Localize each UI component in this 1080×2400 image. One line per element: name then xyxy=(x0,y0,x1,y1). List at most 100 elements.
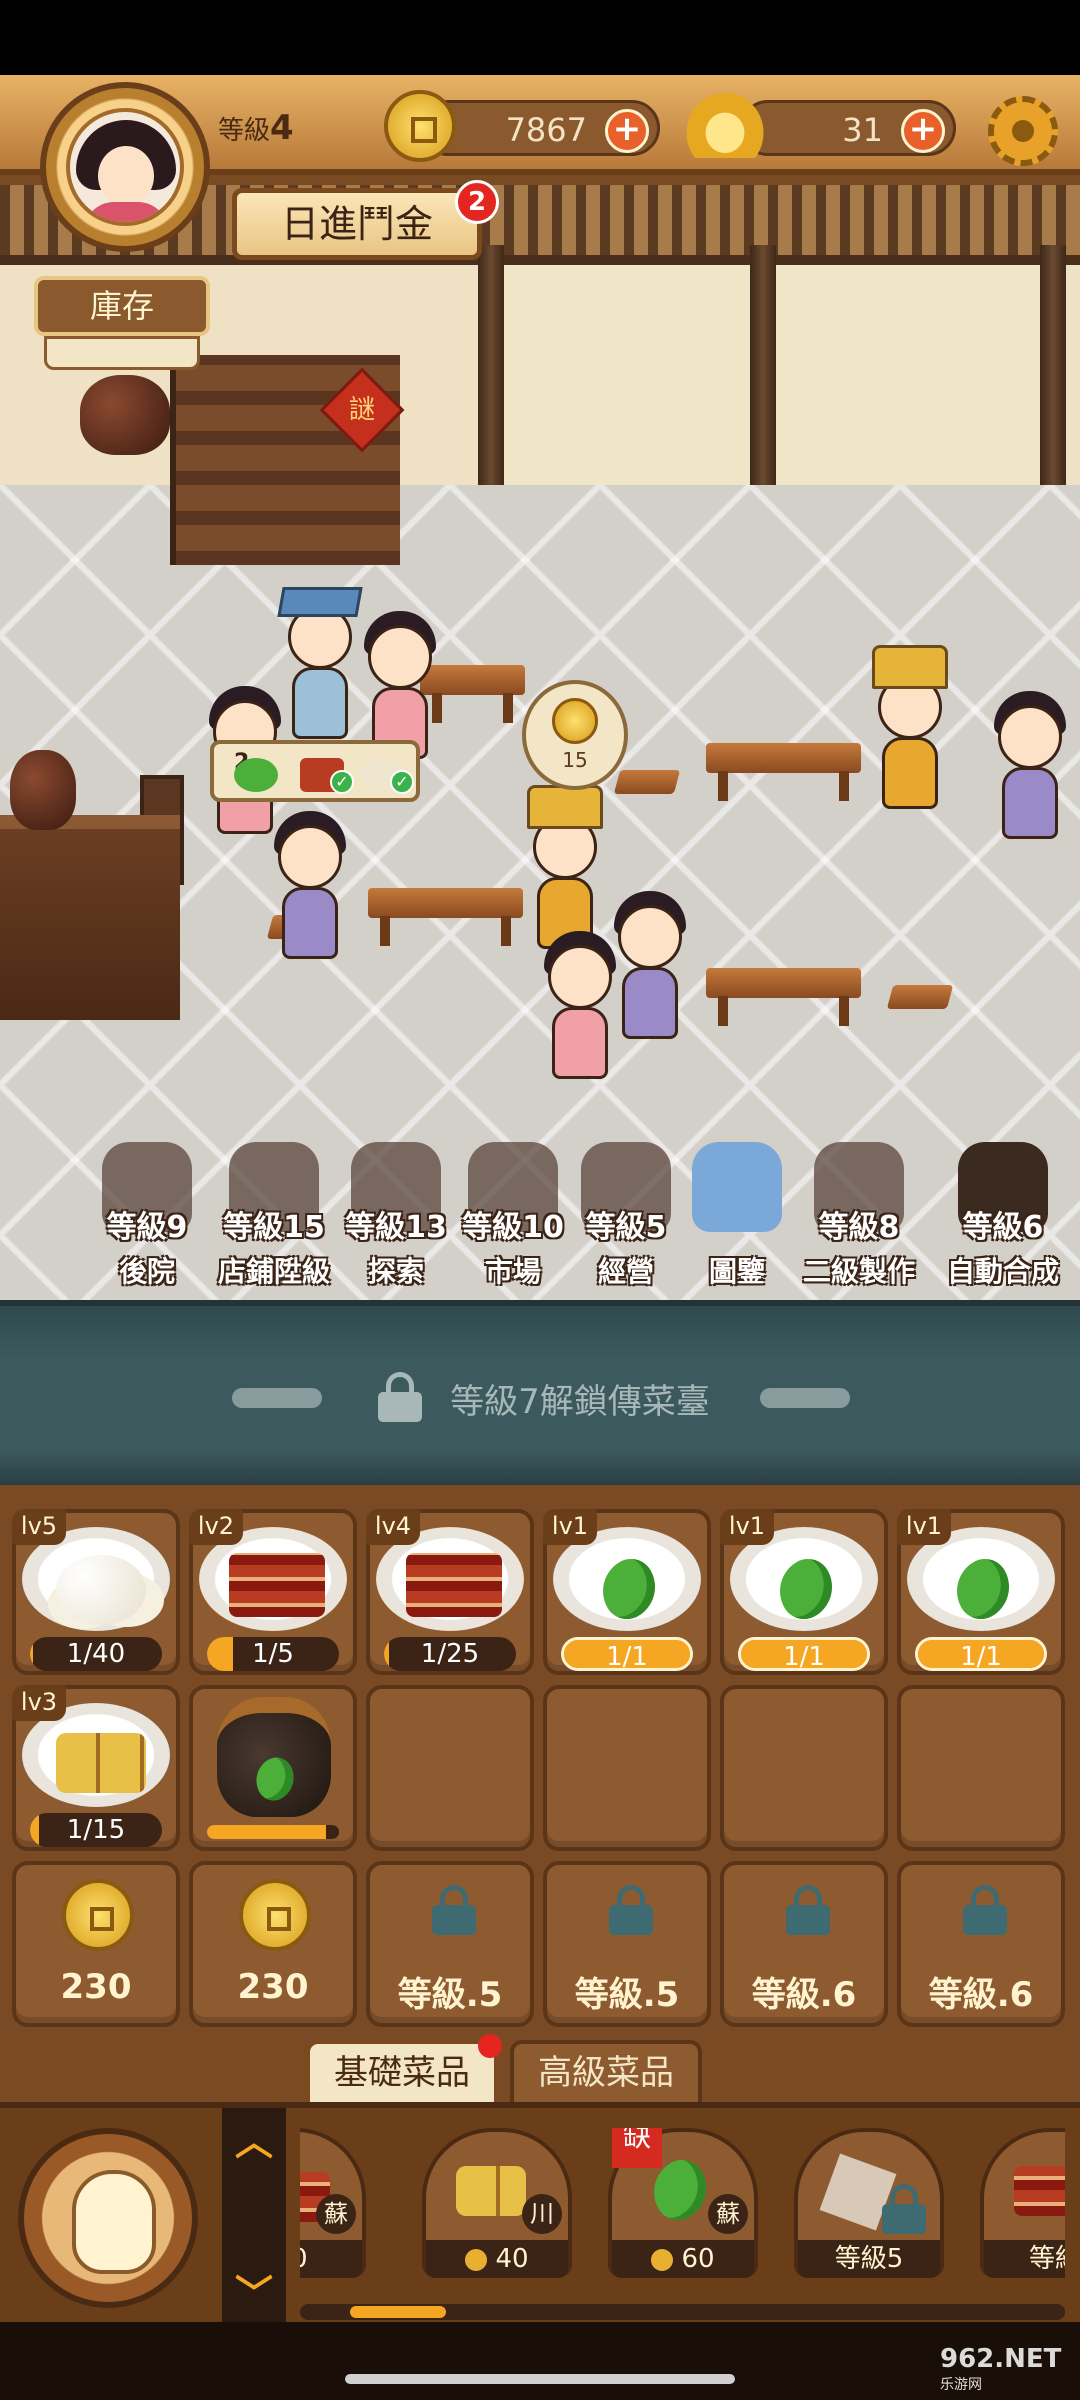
coin-icon xyxy=(552,698,598,744)
waitress[interactable] xyxy=(610,875,690,1045)
check-icon: ✓ xyxy=(390,770,414,794)
pot-progress xyxy=(207,1825,339,1839)
home-indicator[interactable] xyxy=(345,2374,735,2384)
steamed-bun-icon xyxy=(56,1555,146,1625)
table xyxy=(706,743,861,801)
locked-slot[interactable]: 等級.5 xyxy=(543,1861,711,2027)
system-nav-area xyxy=(0,2322,1080,2400)
serving-counter-lock-banner: 等級7解鎖傳菜臺 xyxy=(0,1300,1080,1485)
merge-progress: 1/25 xyxy=(384,1637,516,1671)
empty-slot[interactable] xyxy=(897,1685,1065,1851)
table xyxy=(368,888,523,946)
dish-price: 60 xyxy=(612,2240,754,2278)
lock-icon xyxy=(786,1885,830,1935)
food-slot[interactable]: lv1 1/1 xyxy=(543,1509,711,1675)
building-secondary-crafting[interactable]: 等級8 二級製作 xyxy=(800,1136,918,1296)
empty-slot[interactable] xyxy=(366,1685,534,1851)
stool xyxy=(886,985,954,1009)
ingredient-pot-slot[interactable] xyxy=(189,1685,357,1851)
dish-item[interactable]: 川 40 xyxy=(422,2128,572,2278)
coin-icon xyxy=(651,2248,674,2271)
lock-icon xyxy=(963,1885,1007,1935)
dish-level-requirement: 等級 xyxy=(984,2240,1065,2278)
wall-panel xyxy=(480,265,750,495)
wine-jar xyxy=(10,750,76,830)
chef-lady[interactable] xyxy=(540,915,620,1085)
storage-button[interactable]: 庫存 xyxy=(34,276,210,336)
dish-item-locked[interactable]: 等級5 xyxy=(794,2128,944,2278)
restaurant-scene[interactable]: 謎 2 ✓ ✓ 15 xyxy=(0,75,1080,1300)
horizontal-scrollbar[interactable] xyxy=(300,2304,1065,2320)
locked-slot[interactable]: 等級.6 xyxy=(897,1861,1065,2027)
customer-official[interactable] xyxy=(870,645,950,815)
waitress[interactable] xyxy=(990,675,1070,845)
counter xyxy=(0,815,180,1020)
merge-progress: 1/1 xyxy=(561,1637,693,1671)
order-bubble[interactable]: 2 ✓ ✓ xyxy=(210,740,420,802)
coin-reward-bubble[interactable]: 15 xyxy=(522,680,628,790)
merge-progress: 1/5 xyxy=(207,1637,339,1671)
ingot-value: 31 xyxy=(842,111,883,149)
tab-basic-dishes[interactable]: 基礎菜品 xyxy=(306,2040,498,2102)
lock-icon xyxy=(882,2184,926,2234)
empty-slot[interactable] xyxy=(720,1685,888,1851)
coin-icon xyxy=(239,1879,311,1951)
drumstick-icon xyxy=(590,1550,668,1628)
cake-icon xyxy=(1014,2166,1065,2216)
buy-slot-button[interactable]: 230 xyxy=(12,1861,180,2027)
coin-value: 7867 xyxy=(505,111,587,149)
merge-progress: 1/1 xyxy=(915,1637,1047,1671)
food-slot[interactable]: lv1 1/1 xyxy=(720,1509,888,1675)
food-slot[interactable]: lv2 1/5 xyxy=(189,1509,357,1675)
empty-slot[interactable] xyxy=(543,1685,711,1851)
food-slot[interactable]: lv4 1/25 xyxy=(366,1509,534,1675)
coin-reward-value: 15 xyxy=(562,748,588,772)
watermark: 962.NET 乐游网 xyxy=(940,2344,1062,2393)
dish-item-locked[interactable]: 等級 xyxy=(980,2128,1065,2278)
building-auto-merge[interactable]: 等級6 自動合成 xyxy=(944,1136,1062,1296)
locked-slot[interactable]: 等級.6 xyxy=(720,1861,888,2027)
coin-icon xyxy=(384,90,456,162)
braised-pork-icon xyxy=(229,1553,325,1617)
wine-jar xyxy=(80,375,170,455)
player-avatar[interactable] xyxy=(40,82,210,252)
merge-progress: 1/15 xyxy=(30,1813,162,1847)
gold-ingot-icon xyxy=(680,86,770,158)
pillar xyxy=(1040,245,1066,515)
notification-dot xyxy=(478,2034,502,2058)
stool xyxy=(613,770,681,794)
building-menu: 等級9 後院 等級15 店鋪陞級 等級13 探索 等級10 市場 等級5 經營 … xyxy=(0,1136,1080,1296)
lock-banner-text: 等級7解鎖傳菜臺 xyxy=(450,1382,710,1422)
coin-icon xyxy=(62,1879,134,1951)
tab-advanced-dishes[interactable]: 高級菜品 xyxy=(510,2040,702,2102)
daily-event-button[interactable]: 日進鬥金 xyxy=(232,188,482,260)
chevron-up-icon[interactable]: ︿ xyxy=(234,2122,274,2162)
coin-icon xyxy=(465,2248,488,2271)
dish-item[interactable]: 缺 蘇 60 xyxy=(608,2128,758,2278)
notification-badge: 2 xyxy=(455,180,499,224)
merge-progress: 1/1 xyxy=(738,1637,870,1671)
waitress[interactable] xyxy=(270,795,350,965)
buy-slot-button[interactable]: 230 xyxy=(189,1861,357,2027)
food-slot[interactable]: lv3 1/15 xyxy=(12,1685,180,1851)
food-slot[interactable]: lv1 1/1 xyxy=(897,1509,1065,1675)
chevron-down-icon[interactable]: ﹀ xyxy=(234,2274,274,2314)
dish-level-requirement: 等級5 xyxy=(798,2240,940,2278)
lock-icon xyxy=(609,1885,653,1935)
dish-price: 40 xyxy=(426,2240,568,2278)
add-coins-button[interactable]: + xyxy=(605,109,649,153)
gear-icon[interactable] xyxy=(988,96,1058,166)
drumstick-icon xyxy=(944,1550,1022,1628)
hand-icon[interactable] xyxy=(18,2128,198,2308)
merge-progress: 1/40 xyxy=(30,1637,162,1671)
shortage-tag: 缺 xyxy=(612,2128,662,2168)
food-slot[interactable]: lv5 1/40 xyxy=(12,1509,180,1675)
add-ingots-button[interactable]: + xyxy=(901,109,945,153)
storage-shelf xyxy=(44,336,200,370)
dish-item[interactable]: 蘇 20 xyxy=(300,2128,366,2278)
check-icon: ✓ xyxy=(330,770,354,794)
coin-counter: 7867 + xyxy=(420,100,660,156)
table xyxy=(706,968,861,1026)
locked-slot[interactable]: 等級.5 xyxy=(366,1861,534,2027)
customer-scholar[interactable] xyxy=(277,575,363,745)
